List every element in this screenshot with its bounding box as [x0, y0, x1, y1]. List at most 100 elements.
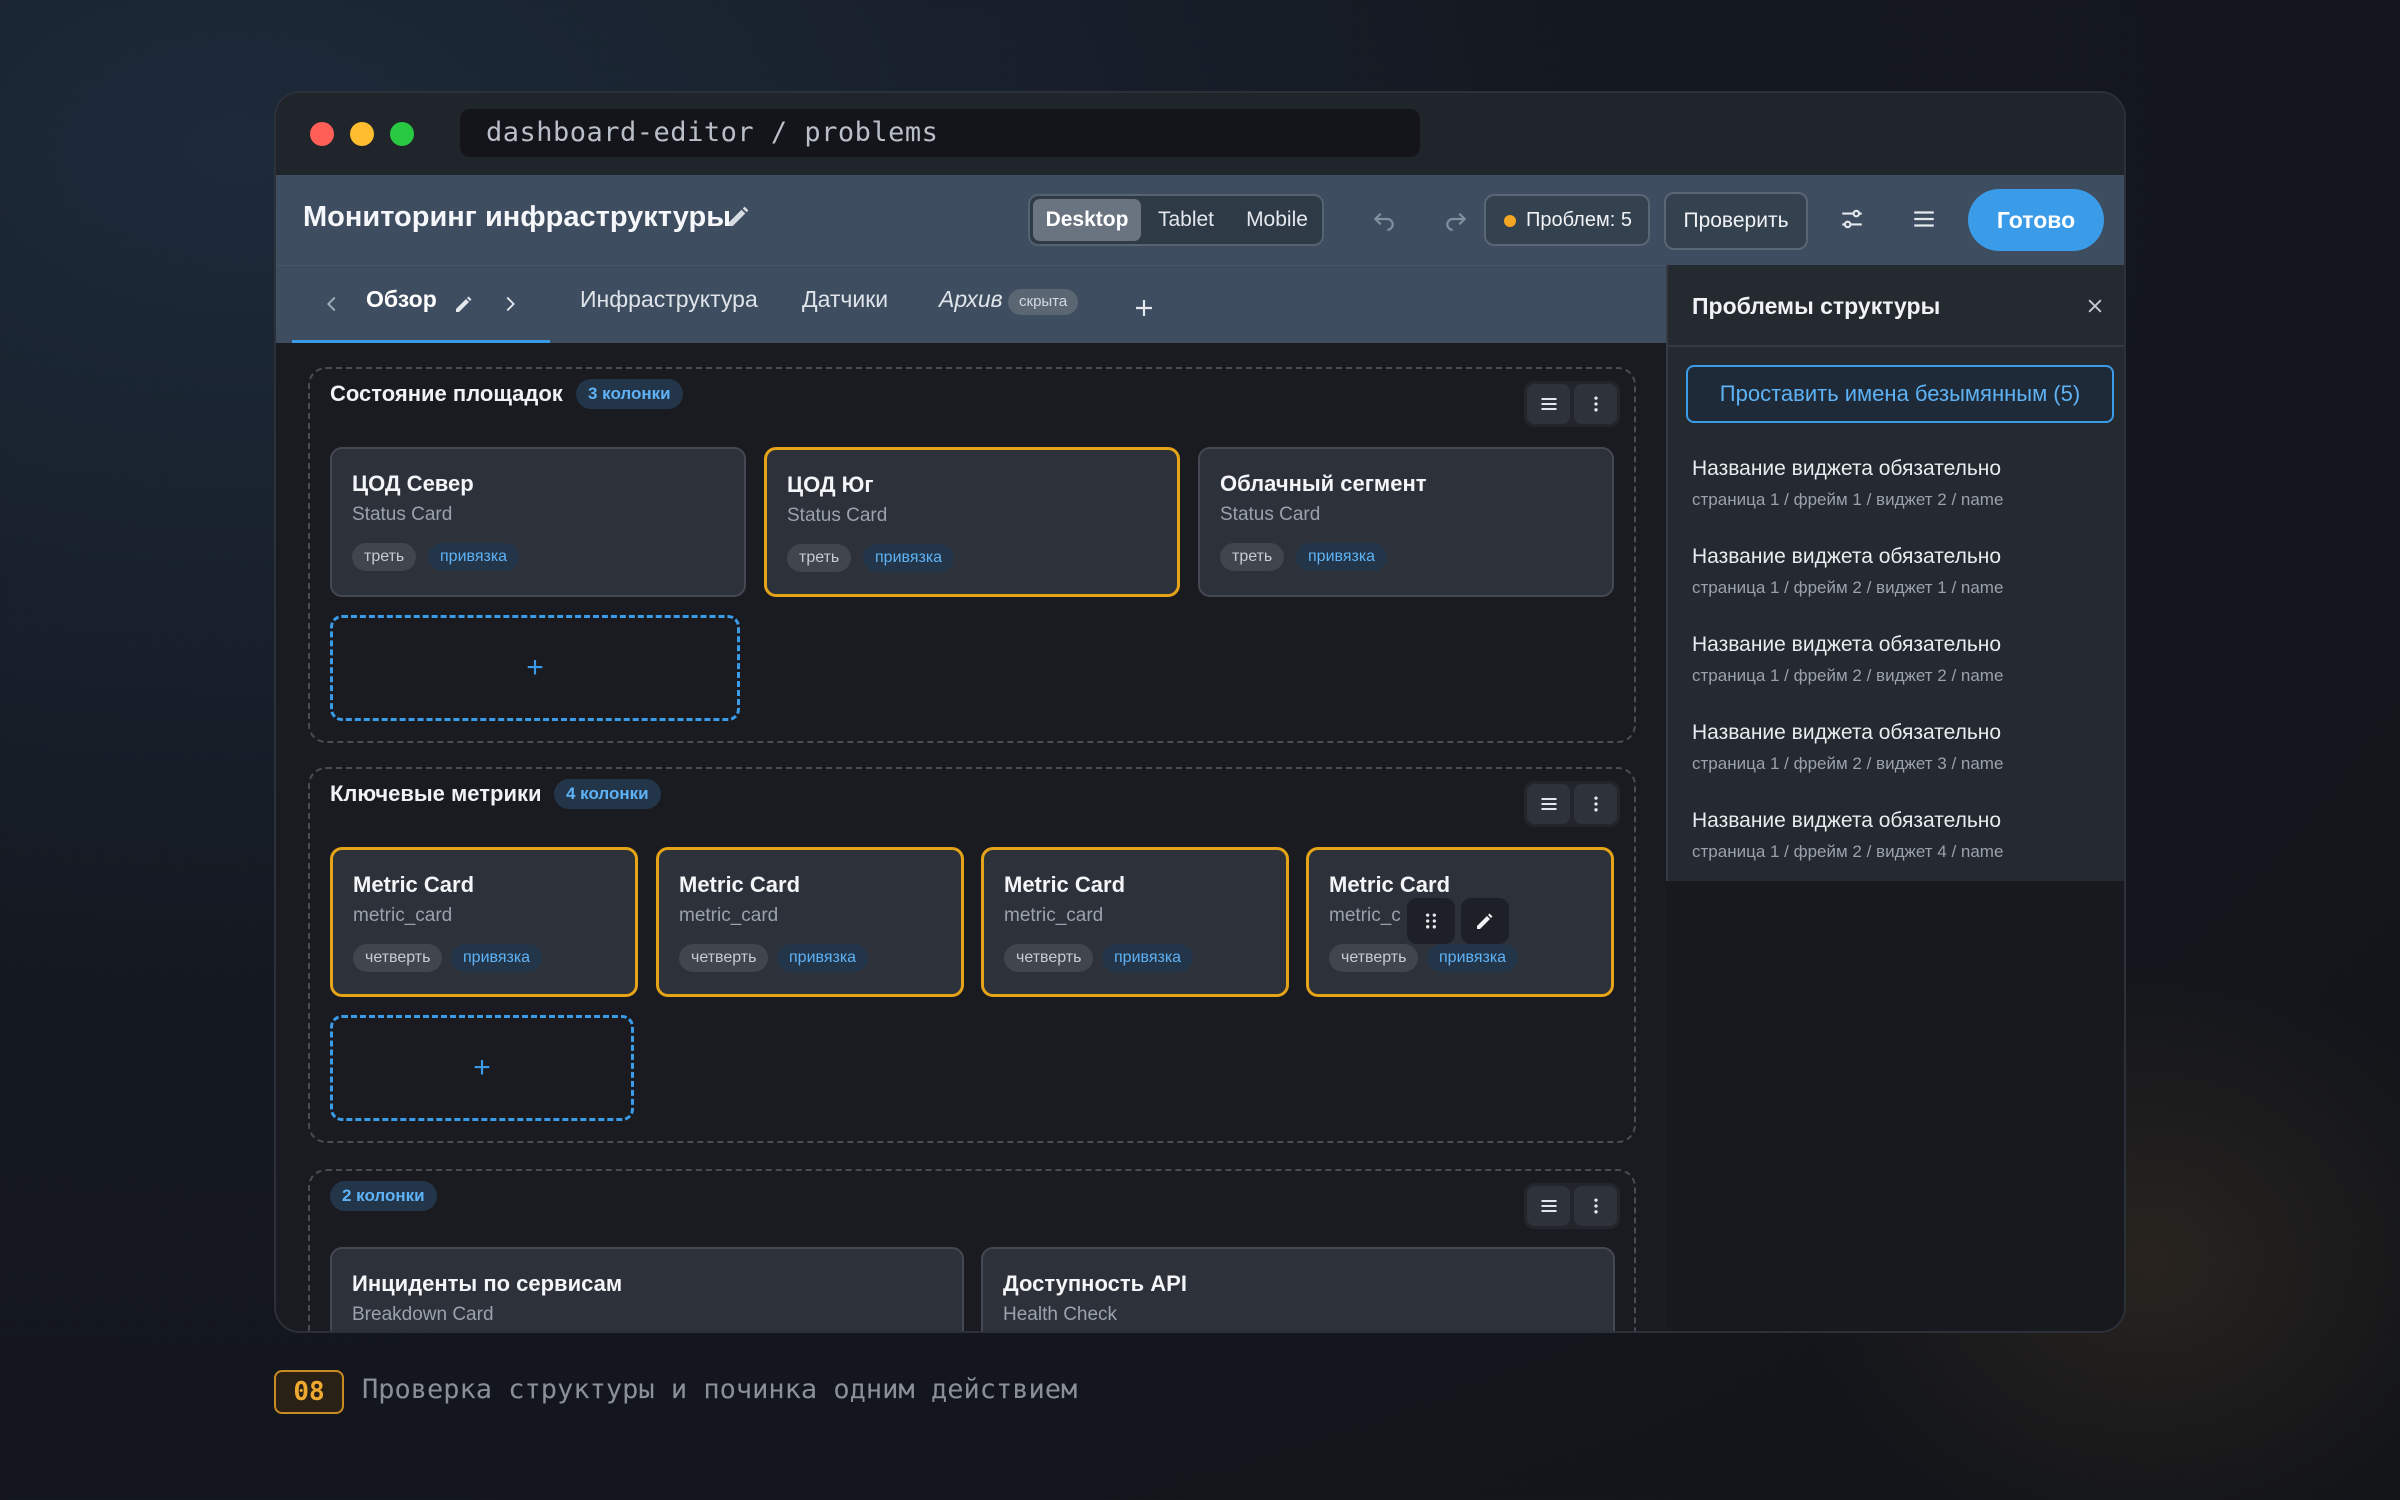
- card-type: Status Card: [352, 504, 453, 525]
- card-title: Доступность API: [1003, 1271, 1187, 1296]
- add-widget-slot[interactable]: +: [330, 1015, 634, 1121]
- drag-handle-icon[interactable]: [1407, 898, 1455, 944]
- tab-overview[interactable]: Обзор: [366, 286, 437, 313]
- done-button[interactable]: Готово: [1968, 189, 2104, 251]
- frame-key-metrics[interactable]: Ключевые метрики 4 колонки Metric Card m…: [308, 767, 1636, 1143]
- card-hover-toolbar: [1407, 898, 1509, 944]
- undo-icon[interactable]: [1364, 199, 1404, 239]
- binding-chip[interactable]: привязка: [1427, 944, 1519, 972]
- binding-chip[interactable]: привязка: [863, 544, 955, 572]
- page-tabs: Обзор Инфраструктура Датчики Архив скрыт…: [276, 265, 1666, 344]
- widget-card[interactable]: Облачный сегмент Status Card треть привя…: [1198, 447, 1614, 597]
- card-title: Облачный сегмент: [1220, 471, 1427, 496]
- frame-more-icon[interactable]: [1574, 1186, 1617, 1226]
- card-type: metric_card: [1004, 905, 1104, 926]
- card-type: metric_card: [353, 905, 453, 926]
- widget-card[interactable]: Инциденты по сервисам Breakdown Card: [330, 1247, 964, 1331]
- edit-tab-pencil-icon[interactable]: [444, 284, 484, 324]
- binding-chip[interactable]: привязка: [777, 944, 869, 972]
- size-chip: треть: [787, 544, 852, 572]
- binding-chip[interactable]: привязка: [428, 543, 520, 571]
- binding-chip[interactable]: привязка: [451, 944, 543, 972]
- widget-card[interactable]: Доступность API Health Check: [981, 1247, 1615, 1331]
- frame-toolbar: [1524, 1183, 1620, 1229]
- frame-title: Состояние площадок: [330, 381, 563, 406]
- issue-path: страница 1 / фрейм 2 / виджет 1 / name: [1692, 578, 2004, 597]
- issue-item[interactable]: Название виджета обязательно страница 1 …: [1692, 721, 2112, 774]
- close-icon[interactable]: [2080, 291, 2110, 321]
- app-header: Мониторинг инфраструктуры Desktop Tablet…: [276, 175, 2124, 265]
- issue-item[interactable]: Название виджета обязательно страница 1 …: [1692, 633, 2112, 686]
- device-toggle: Desktop Tablet Mobile: [1028, 194, 1324, 246]
- card-title: Metric Card: [1004, 872, 1126, 897]
- tab-archive[interactable]: Архив: [939, 286, 1003, 313]
- panel-header: Проблемы структуры: [1668, 265, 2124, 347]
- issue-path: страница 1 / фрейм 1 / виджет 2 / name: [1692, 490, 2004, 509]
- issue-title: Название виджета обязательно: [1692, 633, 2002, 656]
- issue-title: Название виджета обязательно: [1692, 721, 2002, 744]
- frame-list-icon[interactable]: [1527, 784, 1570, 824]
- size-chip: четверть: [1004, 944, 1094, 972]
- panel-title: Проблемы структуры: [1692, 293, 1941, 319]
- binding-chip[interactable]: привязка: [1102, 944, 1194, 972]
- edit-widget-pencil-icon[interactable]: [1461, 898, 1509, 944]
- issue-item[interactable]: Название виджета обязательно страница 1 …: [1692, 457, 2112, 510]
- caption-text: Проверка структуры и починка одним дейст…: [362, 1374, 1078, 1405]
- issue-item[interactable]: Название виджета обязательно страница 1 …: [1692, 809, 2112, 862]
- issue-item[interactable]: Название виджета обязательно страница 1 …: [1692, 545, 2112, 598]
- columns-badge: 2 колонки: [330, 1181, 437, 1211]
- card-title: Metric Card: [1329, 872, 1451, 897]
- card-type: metric_card: [679, 905, 779, 926]
- frame-title: Ключевые метрики: [330, 781, 542, 806]
- card-title: ЦОД Север: [352, 471, 474, 496]
- close-window-button[interactable]: [310, 122, 334, 146]
- tab-infrastructure[interactable]: Инфраструктура: [580, 286, 758, 313]
- title-bar: dashboard-editor / problems: [276, 93, 2124, 175]
- issue-path: страница 1 / фрейм 2 / виджет 4 / name: [1692, 842, 2004, 861]
- columns-badge: 3 колонки: [576, 379, 683, 409]
- card-title: ЦОД Юг: [787, 472, 874, 497]
- tab-sensors[interactable]: Датчики: [802, 286, 888, 313]
- card-title: Metric Card: [679, 872, 801, 897]
- device-desktop-button[interactable]: Desktop: [1033, 199, 1141, 241]
- device-tablet-button[interactable]: Tablet: [1141, 199, 1231, 241]
- problems-button[interactable]: Проблем: 5: [1484, 194, 1650, 246]
- problems-label: Проблем: 5: [1526, 209, 1632, 231]
- hidden-badge: скрыта: [1008, 289, 1079, 315]
- chevron-right-icon[interactable]: [490, 284, 530, 324]
- widget-card-warning[interactable]: Metric Card metric_card четверть привязк…: [330, 847, 638, 997]
- issue-path: страница 1 / фрейм 2 / виджет 3 / name: [1692, 754, 2004, 773]
- edit-title-pencil-icon[interactable]: [724, 201, 754, 231]
- chevron-left-icon[interactable]: [312, 284, 352, 324]
- issue-title: Название виджета обязательно: [1692, 457, 2002, 480]
- frame-more-icon[interactable]: [1574, 384, 1617, 424]
- check-button[interactable]: Проверить: [1664, 192, 1808, 250]
- sliders-icon[interactable]: [1832, 199, 1872, 239]
- frame-more-icon[interactable]: [1574, 784, 1617, 824]
- add-tab-plus-icon[interactable]: [1124, 288, 1164, 328]
- url-bar[interactable]: dashboard-editor / problems: [460, 109, 1420, 157]
- frame-list-icon[interactable]: [1527, 1186, 1570, 1226]
- size-chip: треть: [1220, 543, 1285, 571]
- frame-list-icon[interactable]: [1527, 384, 1570, 424]
- menu-icon[interactable]: [1904, 199, 1944, 239]
- minimize-window-button[interactable]: [350, 122, 374, 146]
- card-type: Health Check: [1003, 1304, 1118, 1325]
- widget-card-warning[interactable]: ЦОД Юг Status Card треть привязка: [764, 447, 1180, 597]
- frame-sites-status[interactable]: Состояние площадок 3 колонки ЦОД Север S…: [308, 367, 1636, 743]
- frame-toolbar: [1524, 781, 1620, 827]
- card-type: metric_c: [1329, 905, 1401, 926]
- add-widget-slot[interactable]: +: [330, 615, 740, 721]
- issue-path: страница 1 / фрейм 2 / виджет 2 / name: [1692, 666, 2004, 685]
- widget-card-warning[interactable]: Metric Card metric_card четверть привязк…: [981, 847, 1289, 997]
- issue-title: Название виджета обязательно: [1692, 545, 2002, 568]
- widget-card-warning-hovered[interactable]: Metric Card metric_c четверть привязка: [1306, 847, 1614, 997]
- frame-untitled[interactable]: 2 колонки Инциденты по сервисам Breakdow…: [308, 1169, 1636, 1331]
- maximize-window-button[interactable]: [390, 122, 414, 146]
- fix-unnamed-button[interactable]: Проставить имена безымянным (5): [1686, 365, 2114, 423]
- binding-chip[interactable]: привязка: [1296, 543, 1388, 571]
- widget-card[interactable]: ЦОД Север Status Card треть привязка: [330, 447, 746, 597]
- device-mobile-button[interactable]: Mobile: [1231, 199, 1323, 241]
- redo-icon[interactable]: [1436, 199, 1476, 239]
- widget-card-warning[interactable]: Metric Card metric_card четверть привязк…: [656, 847, 964, 997]
